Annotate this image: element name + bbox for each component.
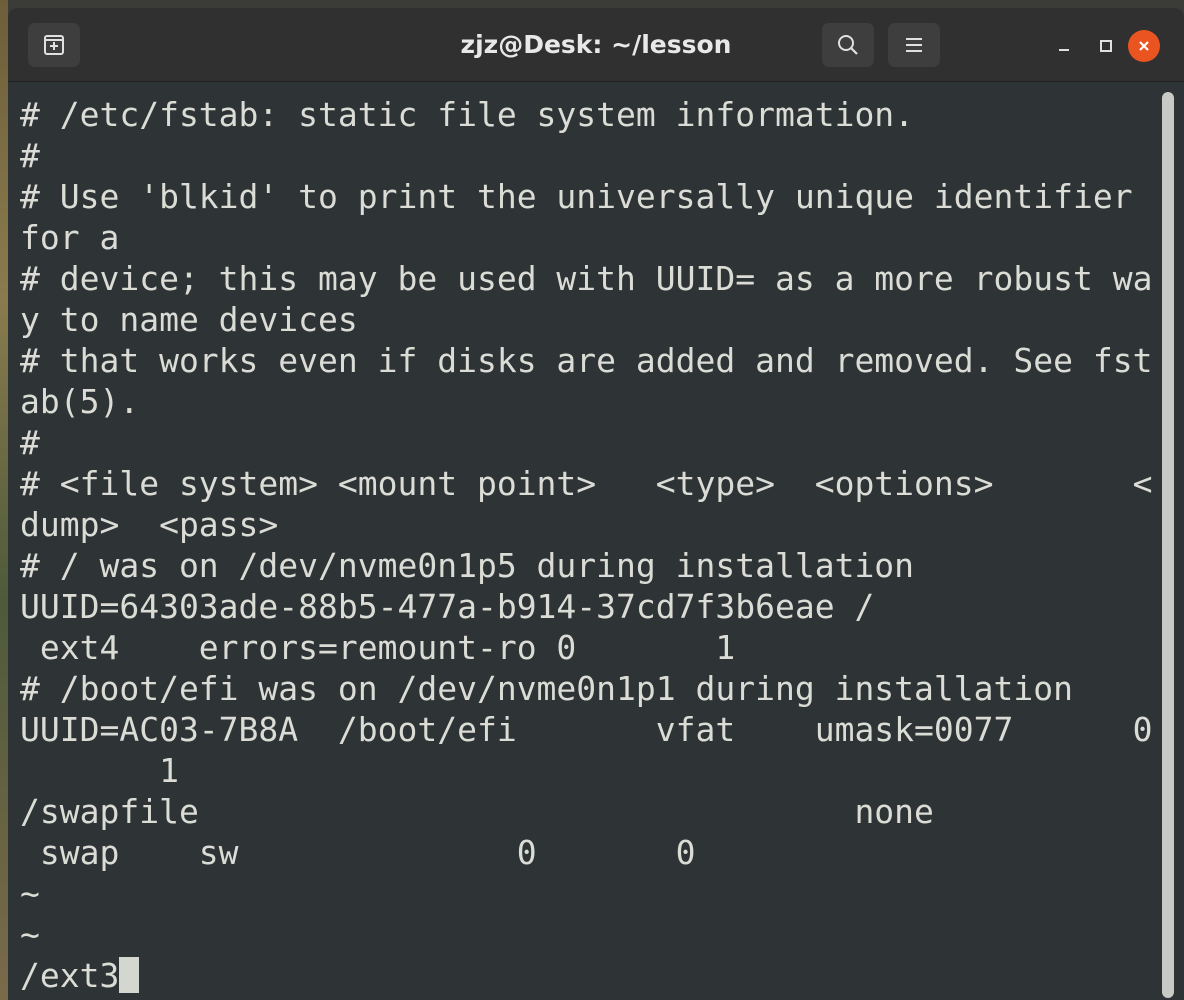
command-line-text: /ext3 [20, 956, 120, 995]
menu-button[interactable] [888, 23, 940, 67]
terminal-output[interactable]: # /etc/fstab: static file system informa… [8, 82, 1158, 1000]
terminal-line: ab(5). [20, 382, 140, 421]
terminal-line: ~ [20, 874, 40, 913]
terminal-line: UUID=64303ade-88b5-477a-b914-37cd7f3b6ea… [20, 587, 875, 626]
terminal-line: # [20, 423, 40, 462]
minimize-button[interactable] [1048, 30, 1080, 62]
terminal-line: # [20, 136, 40, 175]
desktop-background [0, 0, 8, 1000]
terminal-line: /swapfile none [20, 792, 934, 831]
search-button[interactable] [822, 23, 874, 67]
scrollbar[interactable] [1162, 92, 1174, 998]
terminal-line: 1 [20, 751, 179, 790]
new-tab-button[interactable] [28, 23, 80, 67]
close-button[interactable] [1128, 30, 1160, 62]
terminal-line: y to name devices [20, 300, 358, 339]
window-title: zjz@Desk: ~/lesson [460, 30, 732, 59]
terminal-line: ~ [20, 915, 40, 954]
search-icon [838, 35, 858, 55]
terminal-line: UUID=AC03-7B8A /boot/efi vfat umask=0077… [20, 710, 1153, 749]
terminal-line: # that works even if disks are added and… [20, 341, 1153, 380]
terminal-line: dump> <pass> [20, 505, 279, 544]
terminal-line: # Use 'blkid' to print the universally u… [20, 177, 1133, 216]
command-line[interactable]: /ext3 [20, 955, 1158, 996]
hamburger-menu-icon [906, 38, 922, 52]
maximize-icon [1100, 40, 1112, 52]
text-cursor [119, 957, 140, 993]
terminal-line: # /etc/fstab: static file system informa… [20, 95, 915, 134]
title-bar: zjz@Desk: ~/lesson [8, 8, 1184, 82]
terminal-line: ext4 errors=remount-ro 0 1 [20, 628, 736, 667]
terminal-line: # <file system> <mount point> <type> <op… [20, 464, 1153, 503]
terminal-line: # device; this may be used with UUID= as… [20, 259, 1153, 298]
terminal-line: # / was on /dev/nvme0n1p5 during install… [20, 546, 915, 585]
terminal-line: swap sw 0 0 [20, 833, 696, 872]
terminal-window: zjz@Desk: ~/lesson # /etc/fstab: static … [8, 8, 1184, 1000]
minimize-icon [1059, 49, 1069, 51]
new-tab-icon [44, 35, 64, 55]
maximize-button[interactable] [1090, 30, 1122, 62]
terminal-line: # /boot/efi was on /dev/nvme0n1p1 during… [20, 669, 1073, 708]
terminal-line: for a [20, 218, 120, 257]
close-icon [1139, 41, 1149, 51]
